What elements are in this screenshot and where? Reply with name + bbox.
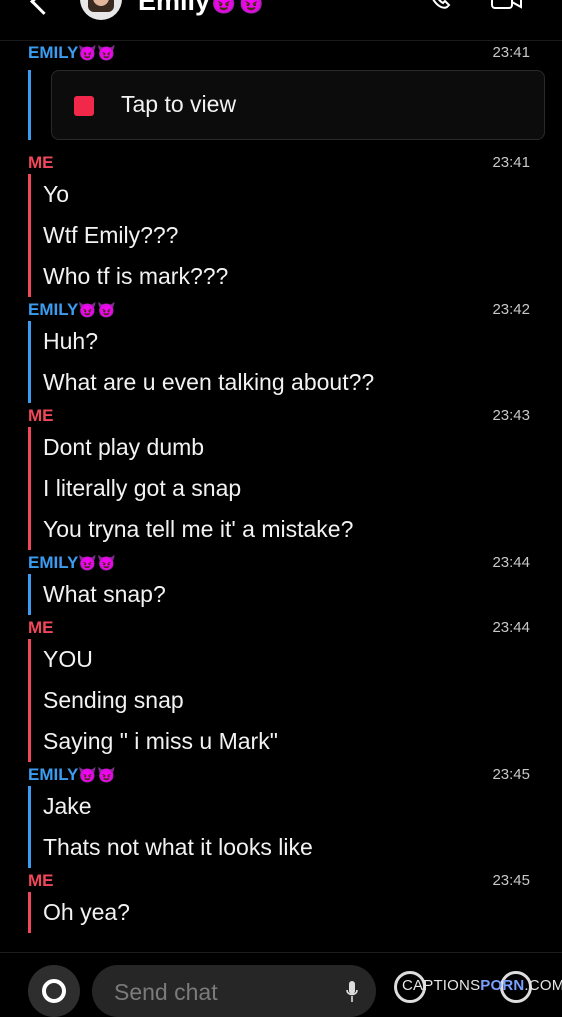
message[interactable]: Yo — [43, 174, 562, 215]
sender-label: EMILY😈😈 — [28, 300, 116, 319]
message-group: ME 23:45 Oh yea? — [0, 868, 562, 933]
message-group: EMILY😈😈 23:44 What snap? — [0, 550, 562, 615]
message-group: EMILY😈😈 23:42 Huh? What are u even talki… — [0, 297, 562, 403]
timestamp: 23:43 — [492, 407, 530, 424]
sender-label: EMILY😈😈 — [28, 43, 116, 62]
message[interactable]: Huh? — [43, 321, 562, 362]
contact-emojis: 😈😈 — [210, 0, 265, 15]
contact-name: Emily — [138, 0, 211, 16]
phone-call-icon[interactable] — [428, 0, 452, 12]
chat-title[interactable]: Emily😈😈 — [138, 0, 265, 17]
camera-icon — [42, 979, 66, 1003]
camera-button[interactable] — [28, 965, 80, 1017]
snap-card[interactable]: Tap to view — [51, 70, 545, 140]
timestamp: 23:45 — [492, 872, 530, 889]
message[interactable]: Saying " i miss u Mark" — [43, 721, 562, 762]
message[interactable]: I literally got a snap — [43, 468, 562, 509]
timestamp: 23:44 — [492, 554, 530, 571]
sender-label: ME — [28, 153, 54, 172]
message[interactable]: Sending snap — [43, 680, 562, 721]
message[interactable]: Oh yea? — [43, 892, 562, 933]
sender-label: ME — [28, 406, 54, 425]
sender-label: ME — [28, 618, 54, 637]
message[interactable]: What snap? — [43, 574, 562, 615]
message[interactable]: What are u even talking about?? — [43, 362, 562, 403]
chat-header: Emily😈😈 — [0, 0, 562, 41]
message-group: ME 23:44 YOU Sending snap Saying " i mis… — [0, 615, 562, 762]
video-call-icon[interactable] — [490, 0, 524, 12]
timestamp: 23:42 — [492, 301, 530, 318]
chat-input[interactable]: Send chat — [92, 965, 376, 1017]
watermark: CAPTIONSPORN.COM — [402, 977, 562, 994]
message[interactable]: Wtf Emily??? — [43, 215, 562, 256]
message[interactable]: Jake — [43, 786, 562, 827]
sender-label: EMILY😈😈 — [28, 553, 116, 572]
message[interactable]: YOU — [43, 639, 562, 680]
chat-input-placeholder: Send chat — [114, 979, 218, 1005]
sender-label: ME — [28, 871, 54, 890]
chat-thread[interactable]: EMILY😈😈 23:41 Tap to view ME 23:41 Yo Wt… — [0, 40, 562, 952]
message[interactable]: Dont play dumb — [43, 427, 562, 468]
avatar[interactable] — [80, 0, 122, 20]
snap-label: Tap to view — [121, 91, 237, 117]
sender-label: EMILY😈😈 — [28, 765, 116, 784]
message-group: EMILY😈😈 23:45 Jake Thats not what it loo… — [0, 762, 562, 868]
timestamp: 23:45 — [492, 766, 530, 783]
message[interactable]: You tryna tell me it' a mistake? — [43, 509, 562, 550]
timestamp: 23:44 — [492, 619, 530, 636]
back-arrow-icon[interactable] — [30, 0, 57, 15]
timestamp: 23:41 — [492, 44, 530, 61]
message-group: ME 23:43 Dont play dumb I literally got … — [0, 403, 562, 550]
message-group: ME 23:41 Yo Wtf Emily??? Who tf is mark?… — [0, 150, 562, 297]
message[interactable]: Who tf is mark??? — [43, 256, 562, 297]
snap-square-icon — [74, 96, 94, 116]
timestamp: 23:41 — [492, 154, 530, 171]
message-group: EMILY😈😈 23:41 Tap to view — [0, 40, 562, 140]
message[interactable]: Thats not what it looks like — [43, 827, 562, 868]
composer-bar: Send chat CAPTIONSPORN.COM — [0, 952, 562, 1017]
